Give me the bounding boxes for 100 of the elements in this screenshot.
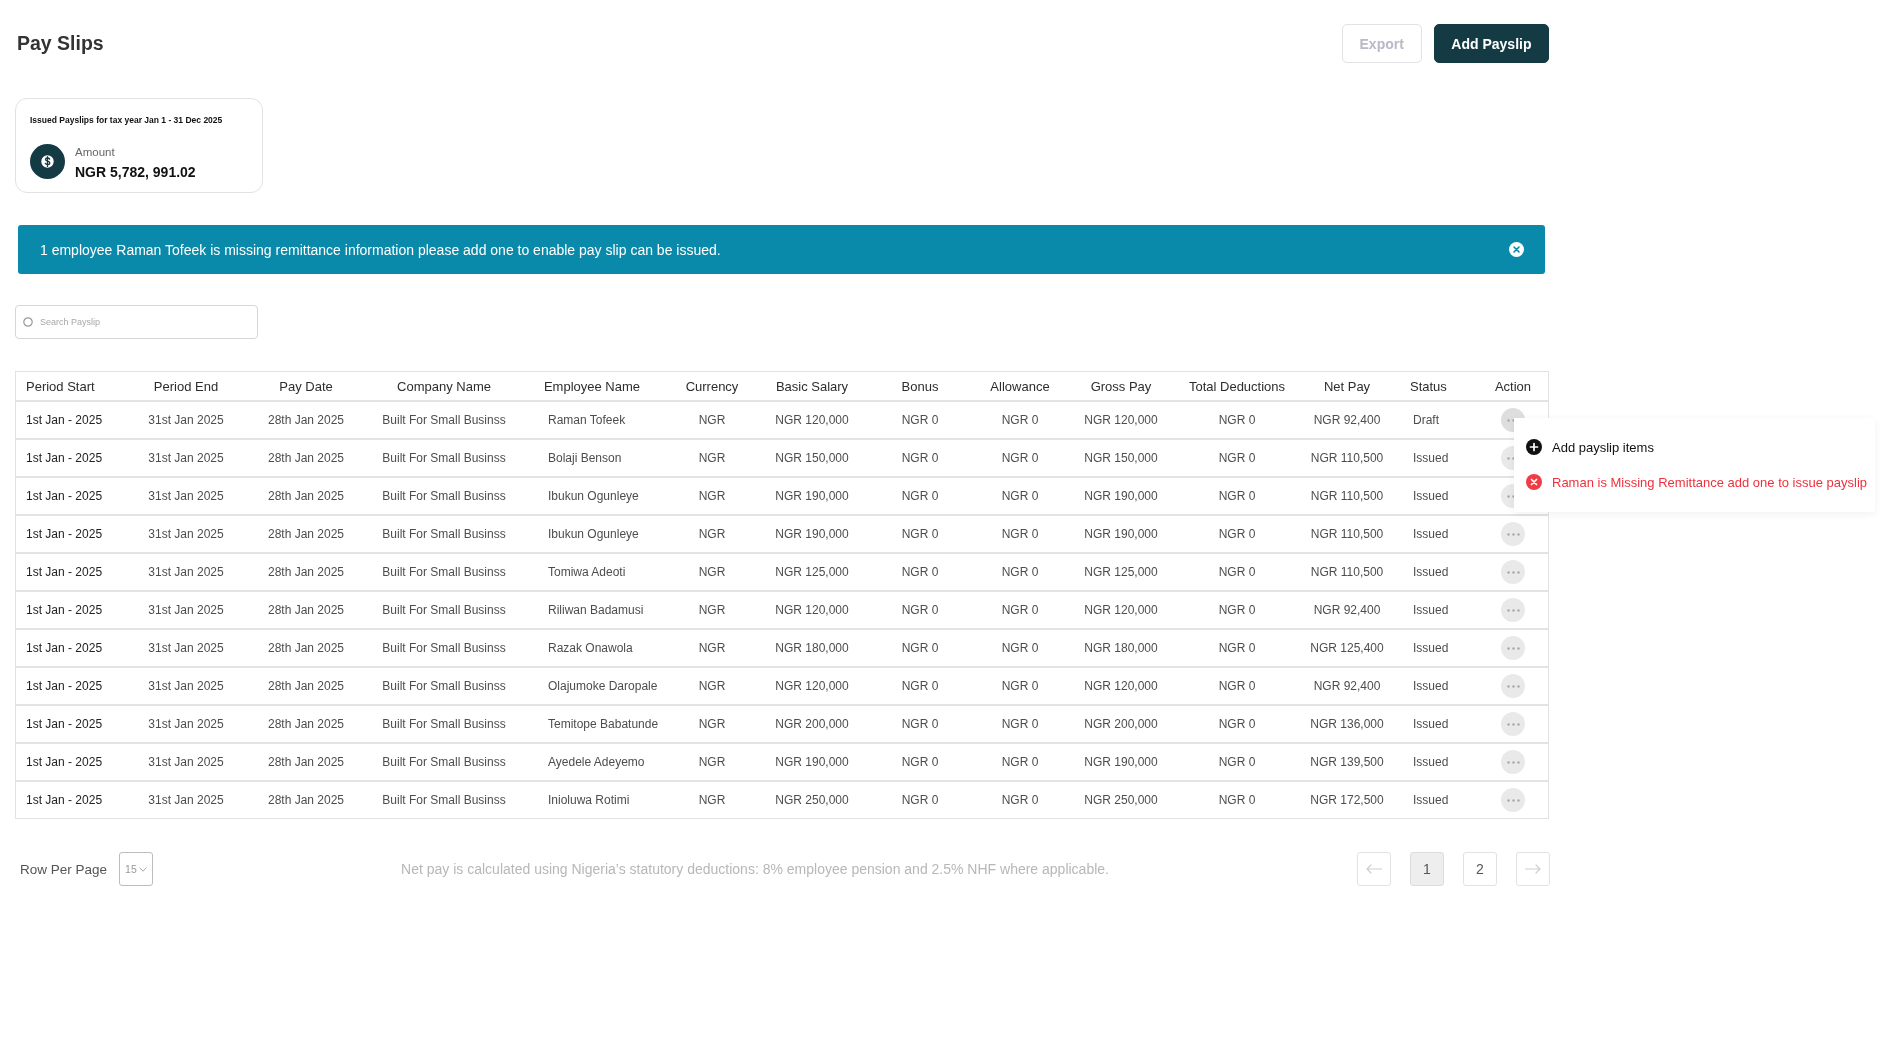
add-payslip-button[interactable]: Add Payslip	[1433, 24, 1549, 63]
table-cell-text: NGR 0	[1217, 792, 1257, 809]
more-actions-button[interactable]	[1501, 636, 1525, 660]
table-cell-text: NGR 172,500	[1309, 792, 1385, 809]
ellipsis-icon	[1506, 608, 1520, 612]
table-cell-text: 28th Jan 2025	[266, 716, 346, 733]
ellipsis-icon	[1506, 570, 1520, 574]
table-cell-text: Razak Onawola	[547, 640, 634, 657]
table-cell-text: NGR 0	[900, 754, 940, 771]
table-cell-text: Issued	[1412, 792, 1450, 809]
table-cell-text: Built For Small Businss	[381, 678, 507, 695]
table-cell-text: NGR 190,000	[1083, 488, 1159, 505]
menu-item[interactable]: Add payslip items	[1526, 436, 1868, 458]
table-cell-text: NGR 125,000	[774, 564, 850, 581]
table-cell-text: NGR 0	[1000, 412, 1040, 429]
x-circle-icon	[1526, 474, 1542, 490]
column-header: Net Pay	[1322, 377, 1372, 396]
more-actions-button[interactable]	[1501, 674, 1525, 698]
table-cell-text: 28th Jan 2025	[266, 602, 346, 619]
menu-item[interactable]: Raman is Missing Remittance add one to issue payslip	[1526, 471, 1868, 493]
table-cell-text: NGR 0	[1217, 678, 1257, 695]
table-cell-text: Draft	[1412, 412, 1440, 429]
rows-per-page-label: Row Per Page	[20, 861, 108, 877]
search-field[interactable]: Search Payslip	[15, 305, 258, 339]
table-cell-text: Raman Tofeek	[547, 412, 627, 429]
table-cell-text: 28th Jan 2025	[266, 754, 346, 771]
next-page-button[interactable]	[1516, 852, 1550, 886]
table-cell-text: NGR 0	[1217, 450, 1257, 467]
plus-circle-icon	[1526, 439, 1542, 455]
table-cell-text: Ibukun Ogunleye	[547, 526, 640, 543]
table-cell-text: 28th Jan 2025	[266, 450, 346, 467]
table-cell-text: NGR 0	[1000, 678, 1040, 695]
table-cell-text: NGR 0	[1000, 602, 1040, 619]
table-cell-text: Issued	[1412, 640, 1450, 657]
table-cell-text: 31st Jan 2025	[147, 678, 225, 695]
table-cell-text: NGR 200,000	[774, 716, 850, 733]
amount-value: NGR 5,782, 991.02	[75, 163, 196, 181]
table-cell-text: 1st Jan - 2025	[25, 526, 104, 543]
table-cell-text: NGR 0	[1000, 754, 1040, 771]
table-cell-text: NGR 0	[1000, 450, 1040, 467]
ellipsis-icon	[1506, 532, 1520, 536]
arrow-left-icon	[1366, 864, 1382, 874]
table-cell-text: Issued	[1412, 564, 1450, 581]
column-header: Status	[1409, 377, 1448, 396]
more-actions-button[interactable]	[1501, 712, 1525, 736]
table-cell-text: NGR 110,500	[1309, 526, 1385, 543]
close-icon[interactable]	[1509, 242, 1524, 257]
table-cell-text: NGR 0	[900, 488, 940, 505]
table-cell-text: NGR	[697, 640, 727, 657]
table-cell-text: NGR	[697, 602, 727, 619]
table-cell-text: NGR	[697, 412, 727, 429]
table-cell-text: NGR 0	[1217, 602, 1257, 619]
table-cell-text: 28th Jan 2025	[266, 564, 346, 581]
table-cell-text: 1st Jan - 2025	[25, 602, 104, 619]
column-header: Currency	[684, 377, 740, 396]
page-button[interactable]: 2	[1463, 852, 1497, 886]
ellipsis-icon	[1506, 760, 1520, 764]
table-cell-text: NGR 0	[1000, 640, 1040, 657]
table-cell-text: NGR 0	[900, 678, 940, 695]
table-cell-text: Issued	[1412, 450, 1450, 467]
table-cell-text: NGR 0	[1000, 716, 1040, 733]
table-cell-text: NGR 120,000	[774, 602, 850, 619]
table-cell-text: 28th Jan 2025	[266, 640, 346, 657]
ellipsis-icon	[1506, 646, 1520, 650]
footer-note: Net pay is calculated using Nigeria’s statutory deductions: 8% employee pension and 2.5% NHF where applicable.	[400, 861, 1110, 877]
table-cell-text: NGR 250,000	[1083, 792, 1159, 809]
table-cell-text: Issued	[1412, 526, 1450, 543]
table-cell-text: Built For Small Businss	[381, 564, 507, 581]
table-cell-text: NGR 136,000	[1309, 716, 1385, 733]
table-cell-text: NGR 110,500	[1309, 564, 1385, 581]
table-cell-text: NGR 120,000	[774, 412, 850, 429]
table-cell-text: NGR 0	[900, 450, 940, 467]
more-actions-button[interactable]	[1501, 788, 1525, 812]
table-cell-text: NGR 0	[1217, 640, 1257, 657]
column-header: Gross Pay	[1089, 377, 1153, 396]
table-cell-text: NGR 150,000	[1083, 450, 1159, 467]
page-button[interactable]: 1	[1410, 852, 1444, 886]
table-cell-text: NGR 180,000	[1083, 640, 1159, 657]
table-cell-text: NGR 0	[900, 602, 940, 619]
table-cell-text: NGR 125,000	[1083, 564, 1159, 581]
previous-page-button[interactable]	[1357, 852, 1391, 886]
column-header: Employee Name	[542, 377, 642, 396]
more-actions-button[interactable]	[1501, 750, 1525, 774]
table-cell-text: NGR 110,500	[1309, 488, 1385, 505]
more-actions-button[interactable]	[1501, 598, 1525, 622]
column-header: Company Name	[396, 377, 492, 396]
table-cell-text: Issued	[1412, 716, 1450, 733]
table-cell-text: 1st Jan - 2025	[25, 716, 104, 733]
table-cell-text: NGR 0	[900, 564, 940, 581]
table-cell-text: 1st Jan - 2025	[25, 564, 104, 581]
table-cell-text: 31st Jan 2025	[147, 450, 225, 467]
table-cell-text: NGR 110,500	[1309, 450, 1385, 467]
table-cell-text: Bolaji Benson	[547, 450, 623, 467]
table-cell-text: 1st Jan - 2025	[25, 488, 104, 505]
table-cell-text: Built For Small Businss	[381, 412, 507, 429]
table-cell-text: 28th Jan 2025	[266, 488, 346, 505]
table-cell-text: Built For Small Businss	[381, 792, 507, 809]
table-cell-text: Built For Small Businss	[381, 754, 507, 771]
more-actions-button[interactable]	[1501, 560, 1525, 584]
more-actions-button[interactable]	[1501, 522, 1525, 546]
